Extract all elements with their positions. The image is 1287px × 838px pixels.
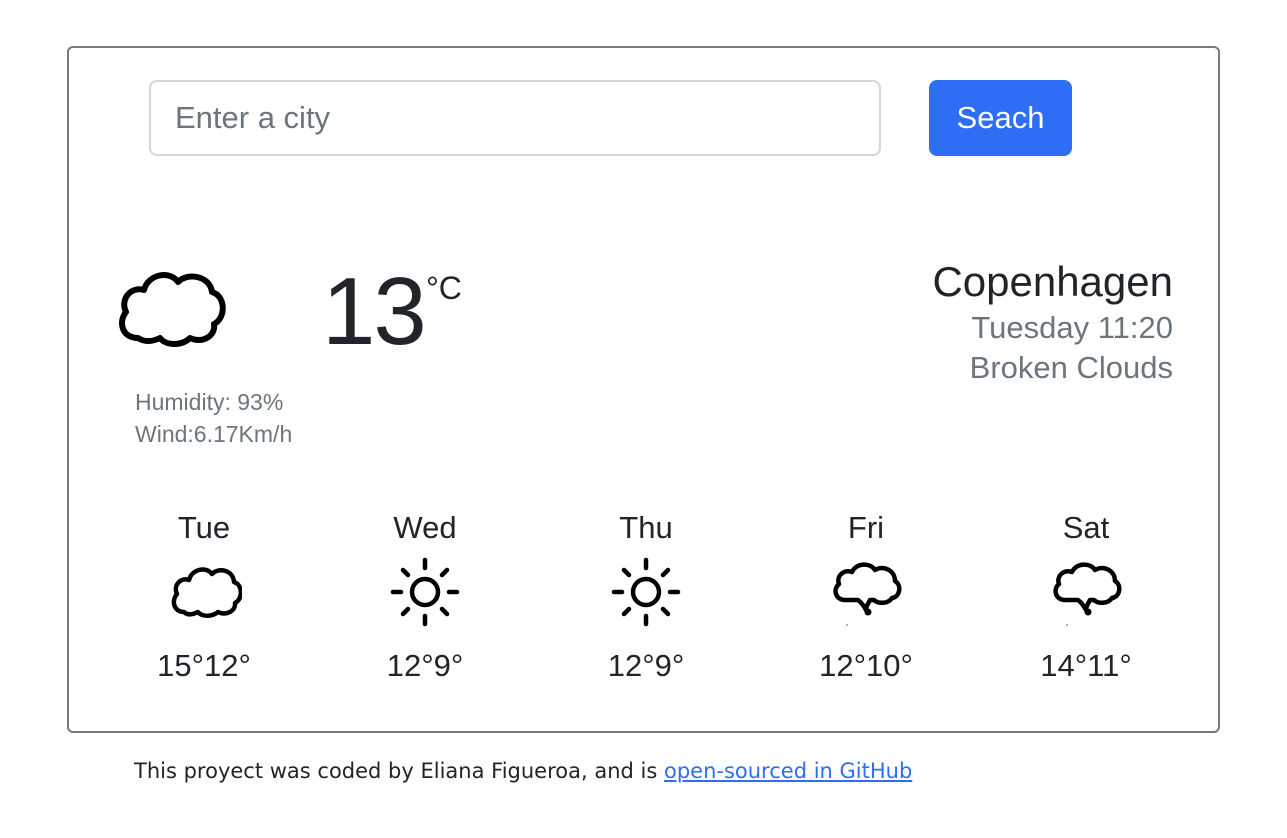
weather-description: Broken Clouds [969,350,1173,385]
sun-icon [611,557,681,627]
forecast-temps: 12°10° [819,648,913,683]
location-block: Copenhagen Tuesday 11:20 Broken Clouds [932,256,1173,388]
forecast-day-name: Fri [847,510,885,545]
forecast-day: Fri 12°10° [756,506,976,688]
city-search-input[interactable] [149,80,881,156]
temperature-unit: °C [426,270,462,306]
forecast-day: Thu 12°9° [536,506,756,688]
search-button[interactable]: Seach [929,80,1072,156]
footer: This proyect was coded by Eliana Figuero… [134,756,912,786]
date-time: Tuesday 11:20 [971,310,1173,345]
cloud-icon [171,567,242,618]
footer-text: This proyect was coded by Eliana Figuero… [134,759,664,783]
wind-text: Wind:6.17Km/h [135,421,293,447]
forecast-temps: 14°11° [1040,648,1132,683]
cloud-icon [119,272,226,347]
forecast-temps: 15°12° [157,648,251,683]
forecast-temps: 12°9° [607,648,685,683]
current-temperature: 13 [322,258,427,365]
city-name: Copenhagen [932,258,1173,305]
forecast-day: Tue 15°12° [94,506,314,688]
forecast-day: Sat 14°11° [976,506,1196,688]
forecast-day: Wed 12°9° [315,506,535,688]
rain-cloud-icon [833,562,902,626]
forecast-day-name: Sat [1062,510,1110,545]
sun-icon [390,557,460,627]
weather-details: Humidity: 93% Wind:6.17Km/h [135,386,292,450]
forecast-day-name: Tue [177,510,231,545]
humidity-text: Humidity: 93% [135,389,284,415]
rain-cloud-icon [1053,562,1122,626]
forecast-day-name: Thu [619,510,673,545]
forecast-temps: 12°9° [386,648,464,683]
github-link[interactable]: open-sourced in GitHub [664,759,912,783]
forecast-day-name: Wed [393,510,457,545]
forecast-row: Tue 15°12° Wed 12°9° Thu 12°9° Fri 12°10… [94,506,1200,686]
